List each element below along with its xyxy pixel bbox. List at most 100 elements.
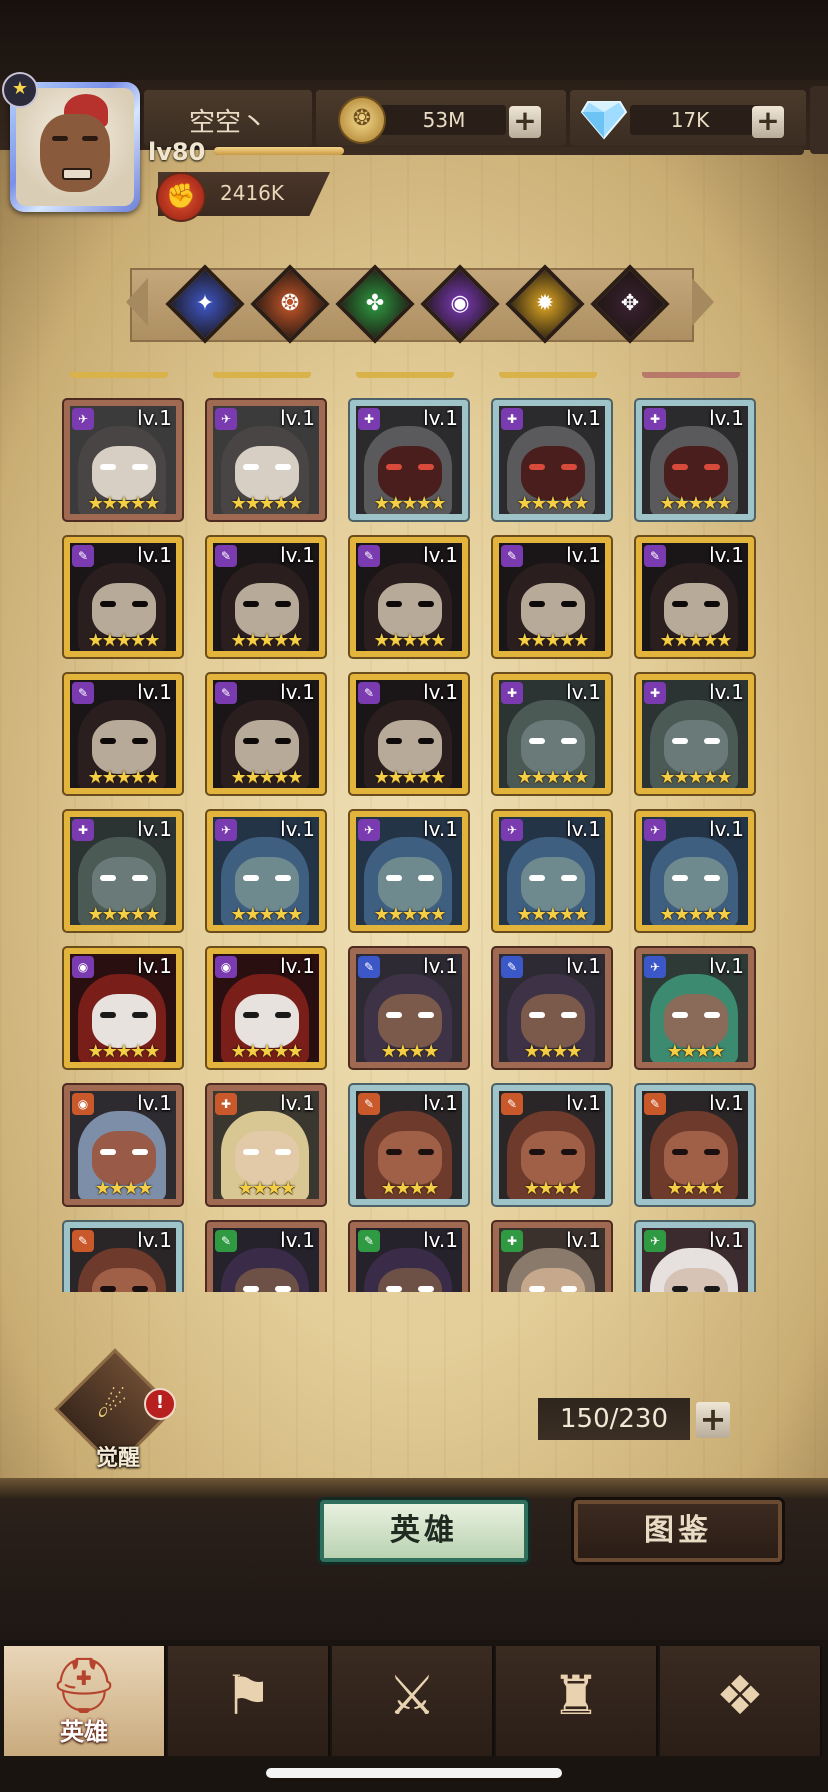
hero-face [235, 1131, 299, 1185]
nav-item-3[interactable]: ⚔ [332, 1646, 494, 1756]
hero-eye [704, 875, 720, 881]
hero-eye [672, 601, 688, 607]
hero-stars: ★★★★★ [87, 630, 161, 651]
awaken-label: 觉醒 [95, 1446, 140, 1471]
hero-eye [672, 738, 688, 744]
hero-card[interactable]: ✎ lv.1 ★★★★★ [636, 537, 754, 657]
hero-stars: ★★★★★ [87, 904, 161, 925]
hero-card[interactable]: ◉ lv.1 ★★★★ [64, 1085, 182, 1205]
hero-card[interactable]: ✎ lv.1 ★★★★★ [64, 674, 182, 794]
hero-card[interactable]: ✈ lv.1 ★★★★ [636, 948, 754, 1068]
hero-class-icon: ◉ [72, 956, 94, 978]
hero-stars: ★★★★★ [659, 493, 733, 514]
hero-class-icon: ✎ [72, 682, 94, 704]
hero-level: lv.1 [280, 406, 315, 430]
hero-level: lv.1 [423, 1091, 458, 1115]
hero-eye [132, 464, 148, 470]
faction-emblem-icon: ✥ [620, 291, 640, 316]
hero-level: lv.1 [709, 817, 744, 841]
hero-count: 150/230 [538, 1398, 690, 1440]
hero-card-peek [499, 372, 597, 378]
add-gems-button[interactable]: + [752, 106, 784, 138]
hero-card[interactable]: ✚ lv.1 ★★★★★ [636, 400, 754, 520]
hero-class-icon: ✚ [501, 1230, 523, 1252]
hero-eye [243, 1149, 259, 1155]
tab-heroes[interactable]: 英雄 [320, 1500, 528, 1562]
hero-card[interactable]: ◉ lv.1 ★★★★★ [64, 948, 182, 1068]
gold-value: 53M [422, 108, 466, 132]
hero-card[interactable]: ✎ lv.1 [64, 1222, 182, 1292]
hero-card[interactable]: ✎ lv.1 ★★★★★ [207, 537, 325, 657]
hero-card[interactable]: ✚ lv.1 ★★★★★ [493, 674, 611, 794]
hero-eye [561, 875, 577, 881]
power-value: 2416K [220, 181, 285, 205]
side-menu-tab[interactable] [810, 86, 828, 154]
add-gold-button[interactable]: + [509, 106, 541, 138]
hero-eye [100, 1286, 116, 1292]
nav-item-5[interactable]: ❖ [660, 1646, 822, 1756]
flag-icon: ⚑ [223, 1664, 273, 1727]
hero-card[interactable]: ✈ lv.1 ★★★★★ [350, 811, 468, 931]
filter-right-arrow-icon[interactable] [692, 278, 714, 326]
hero-card[interactable]: ✚ lv.1 [493, 1222, 611, 1292]
hero-card[interactable]: ✎ lv.1 ★★★★ [493, 948, 611, 1068]
hero-card[interactable]: ◉ lv.1 ★★★★★ [207, 948, 325, 1068]
hero-face [378, 583, 442, 637]
hero-card[interactable]: ✎ lv.1 ★★★★ [350, 948, 468, 1068]
hero-card[interactable]: ✈ lv.1 ★★★★★ [636, 811, 754, 931]
hero-card[interactable]: ✚ lv.1 ★★★★★ [636, 674, 754, 794]
hero-card[interactable]: ✎ lv.1 [350, 1222, 468, 1292]
hero-card[interactable]: ✎ lv.1 ★★★★★ [207, 674, 325, 794]
hero-level: lv.1 [137, 1228, 172, 1252]
hero-card[interactable]: ✎ lv.1 ★★★★★ [64, 537, 182, 657]
hero-grid[interactable]: ✈ lv.1 ★★★★★ ✈ lv.1 ★★★★★ ✚ lv.1 ★★★★★ ✚… [60, 372, 760, 1292]
gem-value: 17K [670, 108, 710, 132]
hero-face [378, 446, 442, 500]
hero-eye [418, 1012, 434, 1018]
hero-card[interactable]: ✈ lv.1 [636, 1222, 754, 1292]
filter-left-arrow-icon[interactable] [126, 278, 148, 326]
hero-card[interactable]: ✈ lv.1 ★★★★★ [207, 400, 325, 520]
hero-card[interactable]: ✎ lv.1 [207, 1222, 325, 1292]
hero-card[interactable]: ✎ lv.1 ★★★★ [636, 1085, 754, 1205]
hero-level: lv.1 [137, 406, 172, 430]
hero-level: lv.1 [423, 817, 458, 841]
faction-emblem-icon: ✹ [535, 291, 555, 316]
hero-card[interactable]: ✈ lv.1 ★★★★★ [207, 811, 325, 931]
hero-card[interactable]: ✎ lv.1 ★★★★★ [350, 674, 468, 794]
tab-codex[interactable]: 图鉴 [574, 1500, 782, 1562]
hero-card[interactable]: ✈ lv.1 ★★★★★ [493, 811, 611, 931]
hero-class-icon: ✎ [644, 545, 666, 567]
hero-card[interactable]: ✚ lv.1 ★★★★★ [350, 400, 468, 520]
hero-eye [132, 601, 148, 607]
hero-card[interactable]: ✚ lv.1 ★★★★★ [64, 811, 182, 931]
hero-card[interactable]: ✚ lv.1 ★★★★★ [493, 400, 611, 520]
hero-eye [704, 1012, 720, 1018]
nav-label: 英雄 [60, 1718, 108, 1746]
hero-stars: ★★★★★ [230, 493, 304, 514]
hero-face [664, 583, 728, 637]
hero-card[interactable]: ✈ lv.1 ★★★★★ [64, 400, 182, 520]
hero-card[interactable]: ✎ lv.1 ★★★★ [350, 1085, 468, 1205]
hero-eye [561, 1286, 577, 1292]
hero-level: lv.1 [280, 1091, 315, 1115]
hero-card[interactable]: ✎ lv.1 ★★★★★ [493, 537, 611, 657]
hero-card[interactable]: ✚ lv.1 ★★★★ [207, 1085, 325, 1205]
nav-item-2[interactable]: ⚑ [168, 1646, 330, 1756]
hero-stars: ★★★★★ [230, 630, 304, 651]
expand-roster-button[interactable]: + [696, 1402, 730, 1438]
hero-stars: ★★★★★ [87, 493, 161, 514]
hero-card[interactable]: ✎ lv.1 ★★★★★ [350, 537, 468, 657]
hero-stars: ★★★★ [523, 1178, 583, 1199]
hero-level: lv.1 [709, 954, 744, 978]
hero-stars: ★★★★★ [516, 904, 590, 925]
hero-eye [704, 464, 720, 470]
nav-item-4[interactable]: ♜ [496, 1646, 658, 1756]
awaken-swirl-icon: ☄ [96, 1386, 128, 1426]
hero-card[interactable]: ✎ lv.1 ★★★★ [493, 1085, 611, 1205]
hero-class-icon: ◉ [215, 956, 237, 978]
hero-eye [386, 1286, 402, 1292]
hero-stars: ★★★★★ [659, 904, 733, 925]
nav-item-1[interactable]: ⛑ 英雄 [4, 1646, 166, 1756]
hero-stars: ★★★★ [237, 1178, 297, 1199]
